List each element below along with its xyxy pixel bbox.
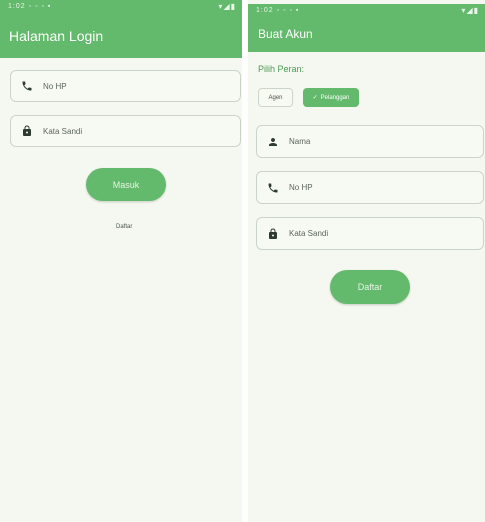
role-chip-label: Pelanggan — [320, 94, 350, 101]
phone-icon — [265, 180, 281, 196]
password-placeholder: Kata Sandi — [289, 229, 329, 238]
register-button[interactable]: Daftar — [330, 270, 410, 304]
page-title: Buat Akun — [258, 26, 313, 41]
phone-field[interactable]: No HP — [10, 70, 241, 102]
status-icons: ▾◢▮ — [218, 2, 236, 11]
status-time: 1:02 ◦ ◦ ◦ ▪ — [8, 3, 52, 10]
phone-field[interactable]: No HP — [256, 171, 484, 204]
phone-placeholder: No HP — [43, 81, 67, 91]
app-bar: Halaman Login — [0, 14, 242, 58]
person-icon — [265, 134, 281, 150]
phone-icon — [19, 78, 35, 94]
password-field[interactable]: Kata Sandi — [256, 217, 484, 250]
status-bar: 1:02 ◦ ◦ ◦ ▪ ▾◢▮ — [0, 0, 242, 14]
status-time: 1:02 ◦ ◦ ◦ ▪ — [256, 7, 300, 14]
register-screen: 1:02 ◦ ◦ ◦ ▪ ▾◢▮ Buat Akun Pilih Peran: … — [248, 0, 485, 522]
role-label: Pilih Peran: — [258, 64, 305, 74]
name-placeholder: Nama — [289, 137, 311, 146]
login-button[interactable]: Masuk — [86, 168, 166, 201]
role-chip-agen[interactable]: Agen — [258, 88, 293, 107]
phone-placeholder: No HP — [289, 183, 313, 192]
login-screen: 1:02 ◦ ◦ ◦ ▪ ▾◢▮ Halaman Login No HP Kat… — [0, 0, 242, 522]
role-chip-pelanggan[interactable]: ✓ Pelanggan — [303, 88, 359, 107]
name-field[interactable]: Nama — [256, 125, 484, 158]
role-chip-label: Agen — [268, 94, 283, 101]
password-field[interactable]: Kata Sandi — [10, 115, 241, 147]
page-title: Halaman Login — [9, 28, 104, 44]
lock-icon — [19, 123, 35, 139]
status-bar: 1:02 ◦ ◦ ◦ ▪ ▾◢▮ — [248, 4, 485, 15]
register-link[interactable]: Daftar — [116, 224, 132, 230]
lock-icon — [265, 226, 281, 242]
password-placeholder: Kata Sandi — [43, 126, 83, 136]
status-icons: ▾◢▮ — [461, 6, 479, 15]
check-icon: ✓ — [312, 95, 318, 101]
app-bar: Buat Akun — [248, 15, 485, 52]
